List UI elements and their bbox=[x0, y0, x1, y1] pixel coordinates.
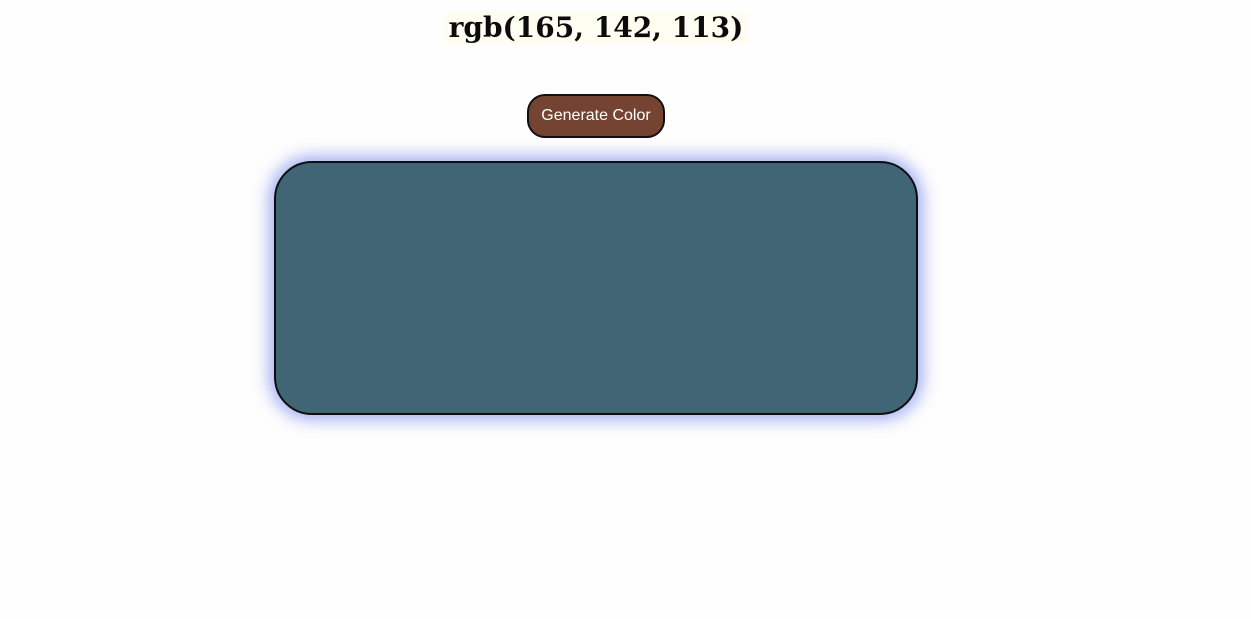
generate-color-button[interactable]: Generate Color bbox=[527, 94, 665, 138]
color-preview-box bbox=[274, 161, 918, 415]
rgb-value-heading: rgb(165, 142, 113) bbox=[0, 6, 1192, 50]
rgb-value-text: rgb(165, 142, 113) bbox=[444, 11, 748, 44]
color-generator-page: rgb(165, 142, 113) Generate Color bbox=[0, 0, 1251, 619]
